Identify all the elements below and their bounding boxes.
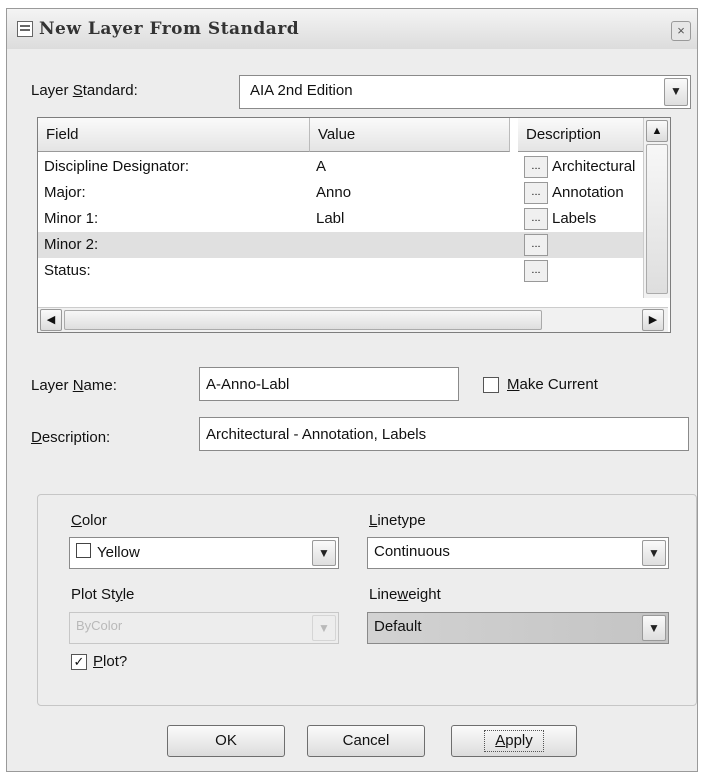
linetype-label: Linetype	[369, 512, 426, 529]
ok-button[interactable]: OK	[167, 725, 285, 757]
lineweight-value: Default	[374, 618, 422, 635]
description-cell: Labels	[552, 210, 597, 227]
layer-standard-dropdown[interactable]: AIA 2nd Edition ▼	[239, 75, 691, 109]
field-cell: Status:	[44, 262, 91, 279]
apply-button[interactable]: Apply	[451, 725, 577, 757]
grid-row[interactable]: Minor 1: Labl ... Labels	[38, 206, 660, 232]
layer-name-value: A-Anno-Labl	[206, 376, 290, 393]
up-arrow-icon[interactable]: ▲	[646, 120, 668, 142]
layer-name-input[interactable]: A-Anno-Labl	[199, 367, 459, 401]
new-layer-from-standard-dialog: New Layer From Standard × Layer Standard…	[6, 8, 698, 772]
grid-row-selected[interactable]: Minor 2: ...	[38, 232, 660, 258]
horizontal-scroll-thumb[interactable]	[64, 310, 542, 330]
field-cell: Minor 1:	[44, 210, 99, 227]
column-header-value[interactable]: Value	[310, 118, 510, 152]
linetype-dropdown[interactable]: Continuous ▼	[367, 537, 669, 569]
plot-style-dropdown: ByColor ▼	[69, 612, 339, 644]
chevron-down-icon: ▼	[312, 615, 336, 641]
plot-style-value: ByColor	[76, 618, 123, 633]
checkmark-icon: ✓	[73, 654, 85, 669]
grid-row[interactable]: Status: ...	[38, 258, 660, 284]
plot-checkbox[interactable]: ✓	[71, 654, 87, 670]
cancel-button[interactable]: Cancel	[307, 725, 425, 757]
make-current-checkbox[interactable]	[483, 377, 499, 393]
layer-properties-group	[37, 494, 697, 706]
color-dropdown[interactable]: Yellow ▼	[69, 537, 339, 569]
title-bar[interactable]: New Layer From Standard ×	[7, 9, 697, 49]
lineweight-dropdown[interactable]: Default ▼	[367, 612, 669, 644]
browse-button[interactable]: ...	[524, 234, 548, 256]
right-arrow-icon[interactable]: ▶	[642, 309, 664, 331]
layer-standard-label: Layer Standard:	[31, 82, 138, 99]
linetype-value: Continuous	[374, 543, 450, 560]
vertical-scrollbar[interactable]: ▲	[643, 118, 670, 298]
chevron-down-icon[interactable]: ▼	[312, 540, 336, 566]
layer-app-icon	[17, 21, 33, 37]
left-arrow-icon[interactable]: ◀	[40, 309, 62, 331]
description-cell: Architectural	[552, 158, 636, 175]
value-cell[interactable]: Anno	[316, 184, 351, 201]
plot-label[interactable]: Plot?	[93, 653, 127, 670]
field-cell: Discipline Designator:	[44, 158, 190, 175]
make-current-label[interactable]: Make Current	[507, 376, 598, 393]
dialog-title: New Layer From Standard	[39, 19, 300, 39]
value-cell[interactable]: Labl	[316, 210, 344, 227]
browse-button[interactable]: ...	[524, 260, 548, 282]
description-value: Architectural - Annotation, Labels	[206, 426, 427, 443]
description-input[interactable]: Architectural - Annotation, Labels	[199, 417, 689, 451]
plot-style-label: Plot Style	[71, 586, 135, 603]
grid-row[interactable]: Major: Anno ... Annotation	[38, 180, 660, 206]
color-label: Color	[71, 512, 107, 529]
close-button[interactable]: ×	[671, 21, 691, 41]
chevron-down-icon[interactable]: ▼	[642, 540, 666, 566]
color-swatch	[76, 543, 91, 558]
description-label: Description:	[31, 429, 111, 446]
horizontal-scrollbar[interactable]: ◀ ▶	[38, 307, 668, 332]
chevron-down-icon[interactable]: ▼	[664, 78, 688, 106]
color-value: Yellow	[97, 544, 140, 561]
browse-button[interactable]: ...	[524, 156, 548, 178]
layer-name-label: Layer Name:	[31, 377, 117, 394]
lineweight-label: Lineweight	[369, 586, 441, 603]
value-cell[interactable]: A	[316, 158, 326, 175]
chevron-down-icon[interactable]: ▼	[642, 615, 666, 641]
layer-fields-grid[interactable]: Field Value Description Discipline Desig…	[37, 117, 671, 333]
close-icon: ×	[677, 23, 685, 38]
layer-standard-value: AIA 2nd Edition	[250, 82, 353, 99]
column-header-field[interactable]: Field	[38, 118, 310, 152]
vertical-scroll-thumb[interactable]	[646, 144, 668, 294]
description-cell: Annotation	[552, 184, 624, 201]
field-cell: Major:	[44, 184, 86, 201]
field-cell: Minor 2:	[44, 236, 99, 253]
browse-button[interactable]: ...	[524, 182, 548, 204]
browse-button[interactable]: ...	[524, 208, 548, 230]
grid-row[interactable]: Discipline Designator: A ... Architectur…	[38, 154, 660, 180]
